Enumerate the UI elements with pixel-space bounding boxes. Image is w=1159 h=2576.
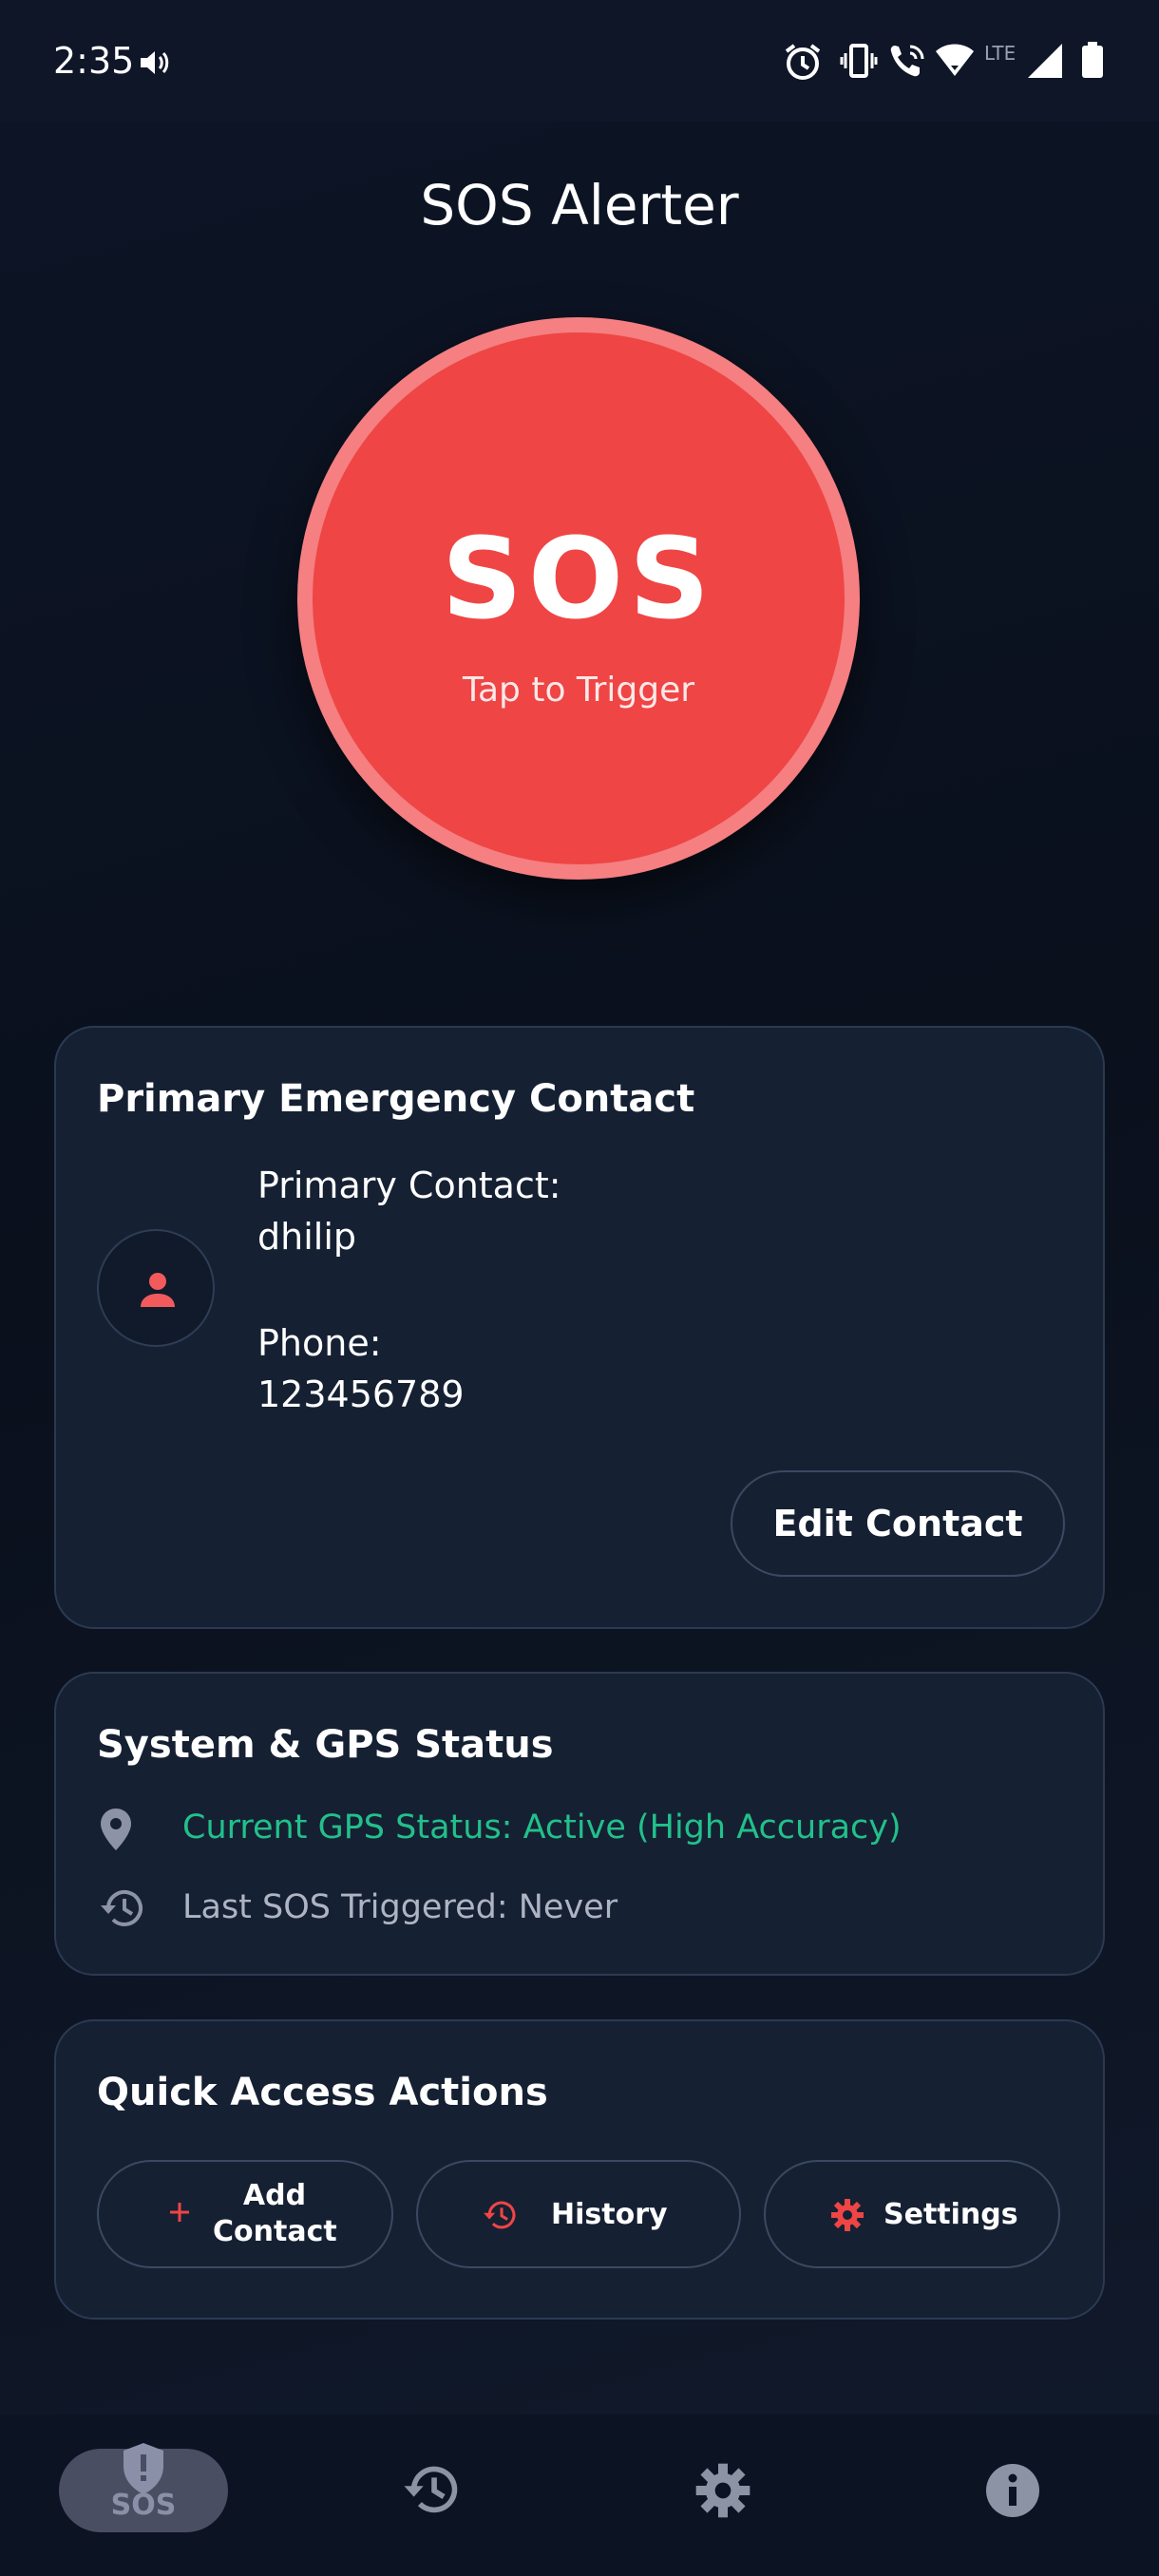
plus-icon [165, 2198, 194, 2231]
wifi-icon [935, 42, 975, 83]
last-sos-row: Last SOS Triggered: Never [97, 1881, 1047, 1938]
history-icon [97, 1886, 144, 1935]
history-icon [399, 2466, 460, 2521]
add-contact-label-line1: Add [242, 2179, 307, 2212]
quick-actions-card: Quick Access Actions Add Contact History… [54, 2019, 1105, 2320]
nav-history-tab[interactable] [399, 2462, 460, 2522]
primary-contact-name: dhilip [257, 1216, 356, 1258]
settings-button[interactable]: Settings [764, 2160, 1060, 2268]
info-icon [984, 2464, 1041, 2523]
status-card-title: System & GPS Status [97, 1723, 554, 1767]
quick-actions-title: Quick Access Actions [97, 2071, 548, 2114]
phone-number: 123456789 [257, 1373, 465, 1415]
signal-icon [1026, 42, 1064, 85]
status-time: 2:35 [53, 40, 135, 82]
primary-contact-label: Primary Contact: [257, 1165, 561, 1206]
edit-contact-button[interactable]: Edit Contact [731, 1470, 1065, 1577]
gear-icon [830, 2198, 864, 2237]
contact-card-title: Primary Emergency Contact [97, 1077, 695, 1121]
nav-info-tab[interactable] [984, 2462, 1041, 2524]
status-bar: 2:35 LTE [0, 0, 1159, 122]
system-status-card: System & GPS Status Current GPS Status: … [54, 1672, 1105, 1976]
history-icon [481, 2198, 517, 2237]
primary-contact-card: Primary Emergency Contact Primary Contac… [54, 1026, 1105, 1629]
nav-sos-tab[interactable]: SOS [59, 2434, 228, 2538]
sos-button-label: SOS [441, 513, 716, 644]
last-sos-text: Last SOS Triggered: Never [182, 1888, 618, 1926]
gps-status-row: Current GPS Status: Active (High Accurac… [97, 1801, 1047, 1858]
volume-icon [139, 47, 171, 83]
history-button-label: History [551, 2198, 668, 2231]
page-title: SOS Alerter [420, 173, 739, 237]
avatar [97, 1229, 215, 1347]
settings-icon [694, 2463, 751, 2523]
location-pin-icon [97, 1807, 135, 1857]
bottom-navigation: SOS [0, 2415, 1159, 2576]
wifi-call-icon [887, 42, 925, 85]
battery-icon [1081, 42, 1104, 85]
add-contact-label-line2: Contact [213, 2215, 337, 2248]
alarm-icon [783, 42, 823, 86]
add-contact-button[interactable]: Add Contact [97, 2160, 393, 2268]
sos-button-subtitle: Tap to Trigger [462, 671, 695, 710]
nav-settings-tab[interactable] [694, 2462, 751, 2524]
nav-sos-label: SOS [110, 2489, 177, 2522]
person-icon [141, 1273, 175, 1307]
phone-label: Phone: [257, 1322, 382, 1364]
vibrate-icon [840, 42, 878, 85]
settings-button-label: Settings [884, 2198, 1018, 2231]
sos-trigger-button[interactable]: SOS Tap to Trigger [297, 317, 860, 880]
lte-icon: LTE [984, 42, 1016, 65]
history-button[interactable]: History [416, 2160, 741, 2268]
gps-status-text: Current GPS Status: Active (High Accurac… [182, 1809, 902, 1847]
